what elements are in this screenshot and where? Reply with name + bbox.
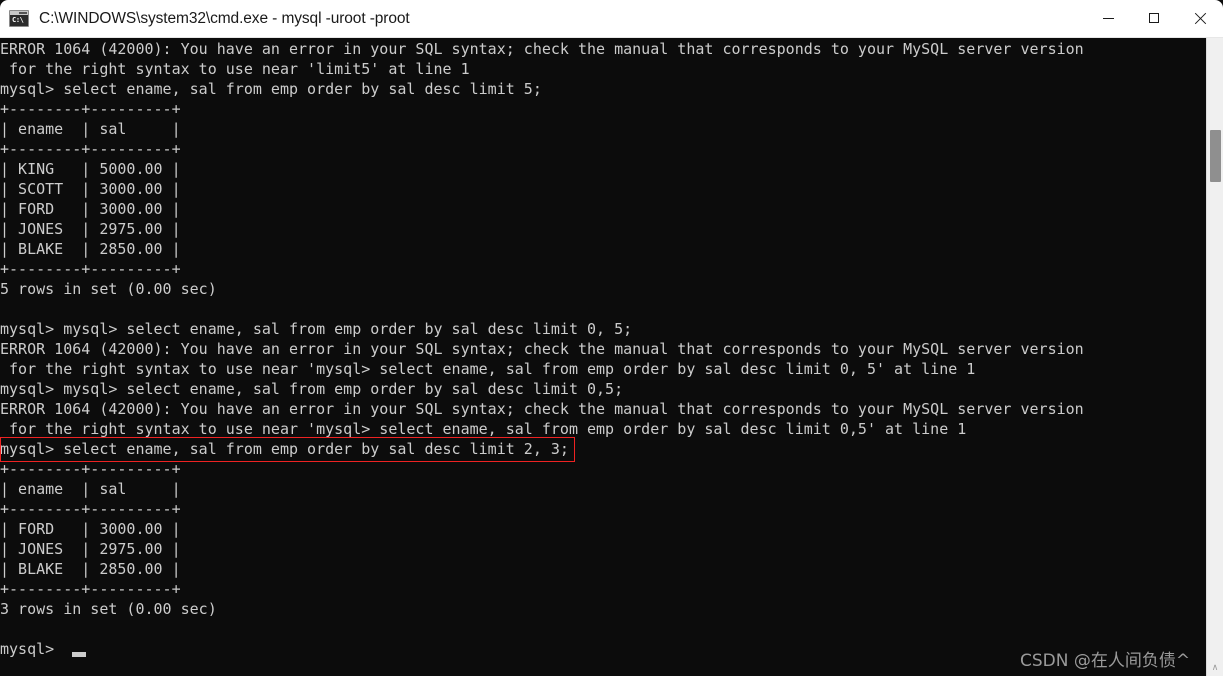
terminal-line: | BLAKE | 2850.00 |: [0, 240, 181, 258]
terminal-line: ERROR 1064 (42000): You have an error in…: [0, 40, 1084, 58]
terminal-line: +--------+---------+: [0, 460, 181, 478]
terminal-line: mysql> select ename, sal from emp order …: [0, 80, 542, 98]
terminal-line: 3 rows in set (0.00 sec): [0, 600, 217, 618]
maximize-icon: [1149, 13, 1159, 23]
csdn-watermark: CSDN @在人间负债^: [1020, 651, 1191, 671]
cmd-console-icon: C:\: [9, 10, 29, 27]
cmd-icon-prompt-text: C:\: [12, 16, 24, 24]
terminal-line: | KING | 5000.00 |: [0, 160, 181, 178]
terminal-line: ERROR 1064 (42000): You have an error in…: [0, 400, 1084, 418]
window-controls: [1085, 0, 1223, 38]
terminal-line: +--------+---------+: [0, 500, 181, 518]
vertical-scrollbar[interactable]: ∧: [1206, 38, 1223, 676]
terminal-line: mysql> mysql> select ename, sal from emp…: [0, 320, 633, 338]
scrollbar-down-arrow[interactable]: ∧: [1207, 659, 1223, 676]
cmd-window: C:\ C:\WINDOWS\system32\cmd.exe - mysql …: [0, 0, 1223, 676]
terminal-line: mysql> mysql> select ename, sal from emp…: [0, 380, 624, 398]
close-icon: [1194, 12, 1206, 24]
terminal-line: for the right syntax to use near 'limit5…: [0, 60, 470, 78]
terminal-line: +--------+---------+: [0, 140, 181, 158]
terminal-line: | SCOTT | 3000.00 |: [0, 180, 181, 198]
terminal-line: | BLAKE | 2850.00 |: [0, 560, 181, 578]
terminal-line: +--------+---------+: [0, 100, 181, 118]
console-output-area[interactable]: ERROR 1064 (42000): You have an error in…: [0, 38, 1223, 676]
terminal-line: for the right syntax to use near 'mysql>…: [0, 360, 976, 378]
terminal-line: 5 rows in set (0.00 sec): [0, 280, 217, 298]
terminal-line: | FORD | 3000.00 |: [0, 200, 181, 218]
terminal-line: +--------+---------+: [0, 260, 181, 278]
terminal-line: | JONES | 2975.00 |: [0, 540, 181, 558]
terminal-line: +--------+---------+: [0, 580, 181, 598]
terminal-line: | ename | sal |: [0, 120, 181, 138]
window-title: C:\WINDOWS\system32\cmd.exe - mysql -uro…: [39, 9, 410, 27]
cmd-icon-titlebar-stripe: [10, 11, 28, 15]
terminal-cursor: [72, 652, 87, 657]
minimize-icon: [1102, 17, 1114, 19]
minimize-button[interactable]: [1085, 0, 1131, 37]
maximize-button[interactable]: [1131, 0, 1177, 37]
title-bar[interactable]: C:\ C:\WINDOWS\system32\cmd.exe - mysql …: [0, 0, 1223, 38]
terminal-line: for the right syntax to use near 'mysql>…: [0, 420, 967, 438]
terminal-line: ERROR 1064 (42000): You have an error in…: [0, 340, 1084, 358]
terminal-line: | JONES | 2975.00 |: [0, 220, 181, 238]
title-bar-left: C:\ C:\WINDOWS\system32\cmd.exe - mysql …: [0, 10, 1085, 28]
terminal-line: | ename | sal |: [0, 480, 181, 498]
close-button[interactable]: [1177, 0, 1223, 37]
scrollbar-thumb[interactable]: [1210, 130, 1221, 182]
terminal-line: mysql> select ename, sal from emp order …: [0, 440, 569, 458]
terminal-line: | FORD | 3000.00 |: [0, 520, 181, 538]
console-text: ERROR 1064 (42000): You have an error in…: [0, 38, 1223, 659]
